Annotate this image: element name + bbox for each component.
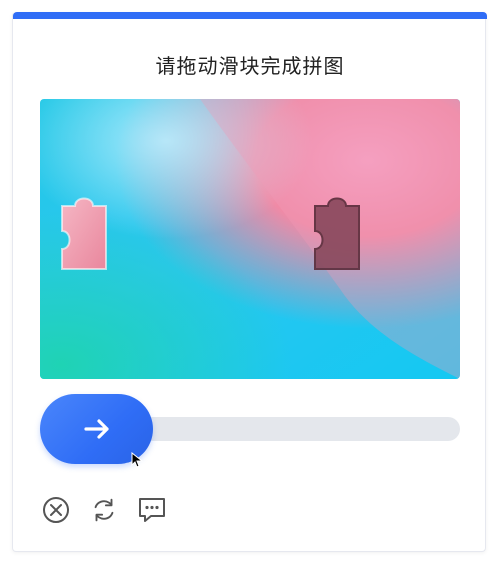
captcha-toolbar bbox=[41, 492, 167, 528]
arrow-right-icon bbox=[83, 419, 109, 439]
feedback-icon bbox=[139, 498, 165, 522]
accent-top-bar bbox=[13, 12, 487, 19]
refresh-button[interactable] bbox=[89, 495, 119, 525]
captcha-card: 请拖动滑块完成拼图 bbox=[12, 12, 487, 552]
close-button[interactable] bbox=[41, 495, 71, 525]
puzzle-image bbox=[40, 99, 460, 379]
refresh-icon bbox=[94, 498, 114, 522]
close-circle-icon bbox=[43, 497, 69, 523]
mouse-cursor-icon bbox=[131, 452, 143, 468]
puzzle-hole bbox=[314, 197, 360, 270]
captcha-title: 请拖动滑块完成拼图 bbox=[155, 54, 345, 78]
puzzle-piece bbox=[61, 197, 107, 270]
feedback-button[interactable] bbox=[137, 495, 167, 525]
